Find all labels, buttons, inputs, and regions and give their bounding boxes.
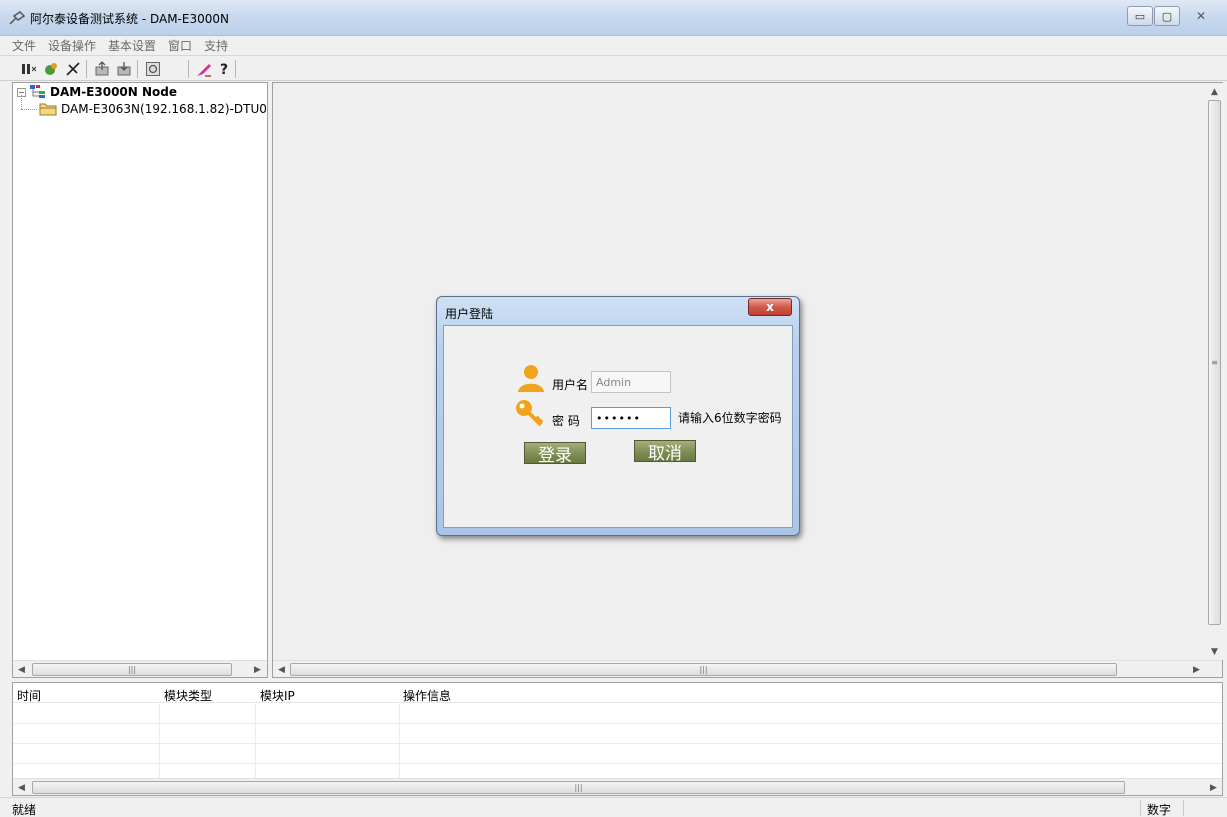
menu-bar: 文件 设备操作 基本设置 窗口 支持 [0, 36, 1227, 56]
scroll-right-icon[interactable]: ▶ [1205, 779, 1222, 796]
edit-icon[interactable] [195, 60, 213, 78]
menu-window[interactable]: 窗口 [168, 37, 192, 54]
numlock-indicator: 数字 [1147, 803, 1172, 817]
tree-node-device[interactable]: DAM-E3063N(192.168.1.82)-DTU0 [39, 102, 267, 116]
tree-node-root[interactable]: − DAM-E3000N Node [17, 85, 177, 99]
login-dialog: 用户登陆 x 用户名 密 码 请输入6位数字密码 登录 取消 [436, 296, 800, 536]
settings-icon[interactable] [144, 60, 162, 78]
scroll-left-icon[interactable]: ◀ [273, 661, 290, 678]
tree-device-label: DAM-E3063N(192.168.1.82)-DTU0 [61, 102, 267, 116]
search-device-icon[interactable] [42, 60, 60, 78]
scrollbar-thumb[interactable]: ||| [290, 663, 1117, 676]
menu-support[interactable]: 支持 [204, 37, 228, 54]
network-node-icon [30, 85, 45, 98]
table-row[interactable] [13, 744, 1222, 764]
device-tree-panel: − DAM-E3000N Node DAM-E3063N(192.168.1.8… [12, 82, 268, 678]
password-field[interactable] [591, 407, 671, 429]
connect-icon[interactable] [20, 60, 38, 78]
download-icon[interactable] [115, 60, 133, 78]
menu-device-ops[interactable]: 设备操作 [48, 37, 96, 54]
table-row[interactable] [13, 704, 1222, 724]
workspace-vertical-scrollbar[interactable]: ▲ ≡ ▼ [1206, 83, 1223, 660]
tree-horizontal-scrollbar[interactable]: ◀ ||| ▶ [13, 660, 267, 677]
scrollbar-thumb[interactable]: ||| [32, 663, 232, 676]
scroll-left-icon[interactable]: ◀ [13, 779, 30, 796]
key-icon [516, 400, 544, 427]
dialog-body: 用户名 密 码 请输入6位数字密码 登录 取消 [443, 325, 793, 528]
collapse-toggle-icon[interactable]: − [17, 87, 26, 97]
column-header-module-ip[interactable]: 模块IP [260, 687, 295, 704]
column-header-module-type[interactable]: 模块类型 [164, 687, 212, 704]
password-label: 密 码 [552, 414, 580, 428]
scroll-right-icon[interactable]: ▶ [1188, 661, 1205, 678]
scroll-right-icon[interactable]: ▶ [249, 661, 266, 678]
minimize-button[interactable]: ▭ [1127, 6, 1153, 26]
user-icon [518, 365, 544, 392]
toolbar: ? [0, 57, 1227, 81]
cancel-button[interactable]: 取消 [634, 440, 696, 464]
title-bar: 阿尔泰设备测试系统 - DAM-E3000N ▭ ▢ ✕ [0, 0, 1227, 36]
folder-icon [39, 103, 57, 116]
log-horizontal-scrollbar[interactable]: ◀ ||| ▶ [13, 778, 1222, 795]
disconnect-icon[interactable] [64, 60, 82, 78]
column-header-operation-info[interactable]: 操作信息 [403, 687, 451, 704]
help-icon[interactable]: ? [215, 60, 233, 78]
menu-basic-settings[interactable]: 基本设置 [108, 37, 156, 54]
upload-icon[interactable] [93, 60, 111, 78]
scrollbar-thumb[interactable]: ||| [32, 781, 1125, 794]
status-text: 就绪 [12, 803, 37, 817]
tree-root-label: DAM-E3000N Node [50, 85, 178, 99]
scroll-left-icon[interactable]: ◀ [13, 661, 30, 678]
maximize-button[interactable]: ▢ [1154, 6, 1180, 26]
scrollbar-thumb[interactable]: ≡ [1208, 100, 1221, 625]
login-button[interactable]: 登录 [524, 442, 586, 466]
column-header-time[interactable]: 时间 [17, 687, 41, 704]
table-row[interactable] [13, 724, 1222, 744]
operation-log-table: 时间 模块类型 模块IP 操作信息 ◀ ||| ▶ [12, 682, 1223, 796]
menu-file[interactable]: 文件 [12, 37, 36, 54]
dialog-close-button[interactable]: x [748, 298, 792, 316]
dialog-title: 用户登陆 [445, 307, 494, 321]
log-table-header: 时间 模块类型 模块IP 操作信息 [13, 683, 1222, 703]
username-label: 用户名 [552, 378, 589, 392]
scroll-down-icon[interactable]: ▼ [1206, 643, 1223, 660]
username-field[interactable] [591, 371, 671, 393]
svg-text:?: ? [220, 62, 228, 77]
password-hint: 请输入6位数字密码 [678, 411, 782, 425]
scroll-up-icon[interactable]: ▲ [1206, 83, 1223, 100]
window-title: 阿尔泰设备测试系统 - DAM-E3000N [30, 12, 229, 26]
workspace-horizontal-scrollbar[interactable]: ◀ ||| ▶ [273, 660, 1222, 677]
status-bar: 就绪 数字 [0, 797, 1227, 817]
app-icon [9, 11, 26, 25]
close-window-button[interactable]: ✕ [1181, 6, 1221, 26]
